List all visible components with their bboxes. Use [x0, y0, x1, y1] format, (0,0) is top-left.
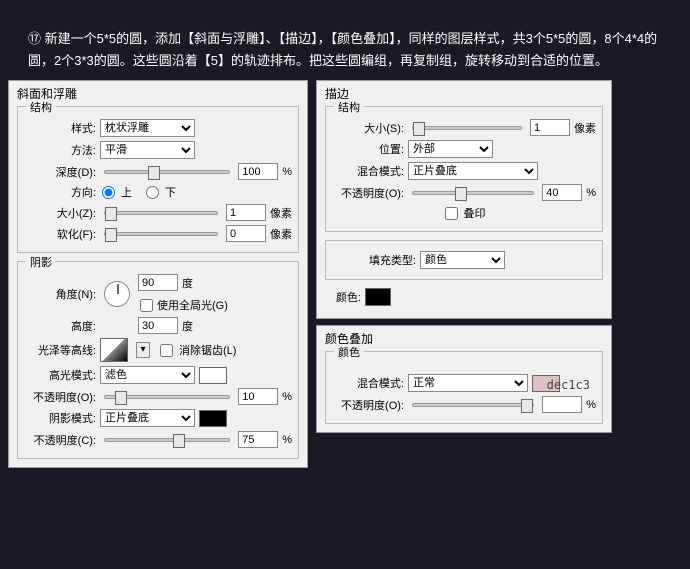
- global-light-checkbox[interactable]: [140, 299, 153, 312]
- soften-slider[interactable]: [104, 232, 218, 236]
- depth-label: 深度(D):: [24, 164, 96, 180]
- overlay-group-label: 颜色: [334, 344, 364, 360]
- overprint-checkbox[interactable]: [445, 207, 458, 220]
- antialias-checkbox[interactable]: [160, 344, 173, 357]
- dir-down-radio[interactable]: [146, 186, 159, 199]
- overprint-label: 叠印: [464, 205, 486, 221]
- gloss-label: 光泽等高线:: [24, 342, 96, 358]
- stroke-pct: %: [586, 187, 596, 199]
- stroke-struct-label: 结构: [334, 99, 364, 115]
- stroke-blend-label: 混合模式:: [332, 163, 404, 179]
- method-select[interactable]: 平滑: [100, 141, 195, 159]
- angle-dial[interactable]: [104, 281, 130, 307]
- angle-input[interactable]: [138, 274, 178, 291]
- overlay-hex: dec1c3: [547, 378, 590, 392]
- instruction-text: ⑰ 新建一个5*5的圆，添加【斜面与浮雕】、【描边】，【颜色叠加】，同样的图层样…: [0, 0, 690, 80]
- highlight-mode-select[interactable]: 滤色: [100, 366, 195, 384]
- style-label: 样式:: [24, 120, 96, 136]
- hl-opacity-label: 不透明度(O):: [24, 389, 96, 405]
- stroke-color-label: 颜色:: [327, 289, 361, 305]
- altitude-label: 高度:: [24, 318, 96, 334]
- dir-up-radio[interactable]: [102, 186, 115, 199]
- altitude-input[interactable]: [138, 317, 178, 334]
- pct2: %: [282, 391, 292, 403]
- shadow-mode-select[interactable]: 正片叠底: [100, 409, 195, 427]
- deg-unit: 度: [182, 275, 193, 291]
- size-slider[interactable]: [104, 211, 218, 215]
- stroke-color-swatch[interactable]: [365, 288, 391, 306]
- sh-opacity-input[interactable]: [238, 431, 278, 448]
- stroke-px: 像素: [574, 120, 596, 136]
- size-input[interactable]: [226, 204, 266, 221]
- method-label: 方法:: [24, 142, 96, 158]
- dir-up-label: 上: [121, 184, 132, 200]
- stroke-pos-select[interactable]: 外部: [408, 140, 493, 158]
- overlay-panel: 颜色叠加 颜色 dec1c3 混合模式: 正常 不透明度(O): %: [316, 325, 612, 433]
- stroke-pos-label: 位置:: [332, 141, 404, 157]
- overlay-opacity-input[interactable]: [542, 396, 582, 413]
- soften-input[interactable]: [226, 225, 266, 242]
- px-unit: 像素: [270, 205, 292, 221]
- depth-input[interactable]: [238, 163, 278, 180]
- stroke-opacity-label: 不透明度(O):: [332, 185, 404, 201]
- direction-label: 方向:: [24, 184, 96, 200]
- pct3: %: [282, 434, 292, 446]
- dir-down-label: 下: [165, 184, 176, 200]
- shadow-color-swatch[interactable]: [199, 410, 227, 427]
- highlight-color-swatch[interactable]: [199, 367, 227, 384]
- overlay-opacity-slider[interactable]: [412, 403, 534, 407]
- pct-unit: %: [282, 166, 292, 178]
- overlay-blend-label: 混合模式:: [332, 375, 404, 391]
- size-label: 大小(Z):: [24, 205, 96, 221]
- overlay-pct: %: [586, 399, 596, 411]
- hl-opacity-input[interactable]: [238, 388, 278, 405]
- deg-unit2: 度: [182, 318, 193, 334]
- filltype-label: 填充类型:: [332, 252, 416, 268]
- gloss-dropdown-icon[interactable]: ▾: [136, 342, 150, 358]
- sh-opacity-slider[interactable]: [104, 438, 230, 442]
- stroke-size-label: 大小(S):: [332, 120, 404, 136]
- stroke-opacity-input[interactable]: [542, 184, 582, 201]
- stroke-panel: 描边 结构 大小(S): 像素 位置: 外部 混合模式: 正片叠底: [316, 80, 612, 319]
- overlay-blend-select[interactable]: 正常: [408, 374, 528, 392]
- stroke-opacity-slider[interactable]: [412, 191, 534, 195]
- highlight-mode-label: 高光模式:: [24, 367, 96, 383]
- hl-opacity-slider[interactable]: [104, 395, 230, 399]
- global-light-label: 使用全局光(G): [157, 297, 228, 313]
- stroke-size-input[interactable]: [530, 119, 570, 136]
- angle-label: 角度(N):: [24, 286, 96, 302]
- antialias-label: 消除锯齿(L): [179, 342, 236, 358]
- px-unit2: 像素: [270, 226, 292, 242]
- shadow-mode-label: 阴影模式:: [24, 410, 96, 426]
- gloss-contour[interactable]: [100, 338, 128, 362]
- soften-label: 软化(F):: [24, 226, 96, 242]
- bevel-panel: 斜面和浮雕 结构 样式: 枕状浮雕 方法: 平滑 深度(D): %: [8, 80, 308, 468]
- struct-group-label: 结构: [26, 99, 56, 115]
- stroke-blend-select[interactable]: 正片叠底: [408, 162, 538, 180]
- overlay-opacity-label: 不透明度(O):: [332, 397, 404, 413]
- stroke-size-slider[interactable]: [412, 126, 522, 130]
- shadow-group-label: 阴影: [26, 254, 56, 270]
- sh-opacity-label: 不透明度(C):: [24, 432, 96, 448]
- filltype-select[interactable]: 颜色: [420, 251, 505, 269]
- depth-slider[interactable]: [104, 170, 230, 174]
- style-select[interactable]: 枕状浮雕: [100, 119, 195, 137]
